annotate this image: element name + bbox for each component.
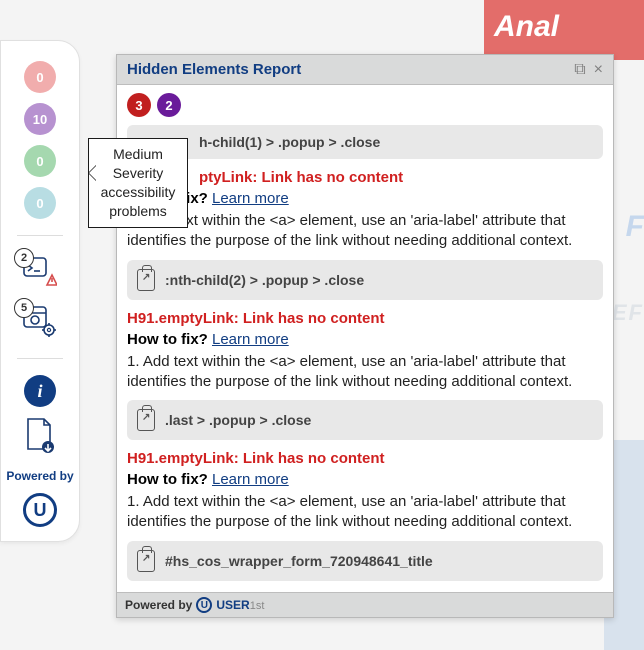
user1st-logo-icon: U — [196, 597, 212, 613]
severity-count-row: 3 2 — [117, 85, 613, 121]
panel-controls: ⧉ × — [574, 62, 603, 78]
panel-body: h-child(1) > .popup > .close ptyLink: Li… — [117, 121, 613, 592]
settings-tool-button[interactable]: 5 — [20, 302, 60, 342]
selector-bar[interactable]: :nth-child(2) > .popup > .close — [127, 260, 603, 300]
close-icon[interactable]: × — [594, 62, 603, 78]
issue-title: H91.emptyLink: Link has no content — [127, 450, 603, 467]
learn-more-link[interactable]: Learn more — [212, 471, 289, 488]
sidebar: 0 10 0 0 2 5 i — [0, 40, 80, 542]
hidden-elements-report-panel: Hidden Elements Report ⧉ × 3 2 h-child(1… — [116, 54, 614, 618]
tooltip-line: Severity — [93, 164, 183, 183]
issue-description: 1. Add text within the <a> element, use … — [127, 211, 603, 252]
powered-by-label: Powered by — [6, 469, 73, 483]
info-button[interactable]: i — [24, 375, 56, 407]
selector-text: .last > .popup > .close — [165, 412, 311, 428]
warning-count-badge[interactable]: 2 — [157, 93, 181, 117]
brand-suffix: 1st — [250, 600, 265, 612]
selector-text: :nth-child(2) > .popup > .close — [165, 272, 364, 288]
selector-text: #hs_cos_wrapper_form_720948641_title — [165, 553, 433, 569]
tooltip-line: accessibility — [93, 183, 183, 202]
background-text: EF — [612, 300, 644, 326]
divider — [17, 235, 64, 236]
selector-bar[interactable]: h-child(1) > .popup > .close — [127, 125, 603, 159]
fix-label: How to fix? — [127, 471, 208, 488]
document-download-icon — [24, 417, 56, 455]
notification-count: 5 — [14, 298, 34, 318]
divider — [17, 358, 64, 359]
fix-line: How to fix? Learn more — [127, 471, 603, 488]
issue-block: .last > .popup > .close H91.emptyLink: L… — [127, 400, 603, 533]
learn-more-link[interactable]: Learn more — [212, 331, 289, 348]
background-banner: Anal — [484, 0, 644, 60]
clipboard-icon — [137, 550, 155, 572]
issue-description: 1. Add text within the <a> element, use … — [127, 352, 603, 393]
severity-tooltip: Medium Severity accessibility problems — [88, 138, 188, 228]
severity-badge-medium[interactable]: 10 — [24, 103, 56, 135]
issue-description: 1. Add text within the <a> element, use … — [127, 492, 603, 533]
brand-name: USER — [216, 598, 249, 612]
popout-icon[interactable]: ⧉ — [574, 62, 585, 78]
selector-bar[interactable]: #hs_cos_wrapper_form_720948641_title — [127, 541, 603, 581]
fix-line: How to fix? Learn more — [127, 190, 603, 207]
tooltip-line: problems — [93, 202, 183, 221]
issue-block: #hs_cos_wrapper_form_720948641_title — [127, 541, 603, 581]
panel-title: Hidden Elements Report — [127, 61, 301, 78]
user1st-logo[interactable]: U — [23, 493, 57, 527]
learn-more-link[interactable]: Learn more — [212, 190, 289, 207]
fix-line: How to fix? Learn more — [127, 331, 603, 348]
issue-block: :nth-child(2) > .popup > .close H91.empt… — [127, 260, 603, 393]
selector-text: h-child(1) > .popup > .close — [199, 134, 380, 150]
panel-footer: Powered by U USER1st — [117, 592, 613, 617]
tooltip-line: Medium — [93, 145, 183, 164]
severity-badge-critical[interactable]: 0 — [24, 61, 56, 93]
panel-header: Hidden Elements Report ⧉ × — [117, 55, 613, 85]
issue-title: ptyLink: Link has no content — [127, 169, 603, 186]
powered-by-label: Powered by — [125, 598, 192, 612]
notification-count: 2 — [14, 248, 34, 268]
background-text: F — [626, 210, 644, 244]
fix-label: How to fix? — [127, 331, 208, 348]
issue-block: h-child(1) > .popup > .close ptyLink: Li… — [127, 125, 603, 252]
clipboard-icon — [137, 269, 155, 291]
clipboard-icon — [137, 409, 155, 431]
severity-badge-info[interactable]: 0 — [24, 187, 56, 219]
console-tool-button[interactable]: 2 — [20, 252, 60, 292]
severity-badge-low[interactable]: 0 — [24, 145, 56, 177]
download-button[interactable] — [24, 417, 56, 457]
error-count-badge[interactable]: 3 — [127, 93, 151, 117]
selector-bar[interactable]: .last > .popup > .close — [127, 400, 603, 440]
issue-title: H91.emptyLink: Link has no content — [127, 310, 603, 327]
